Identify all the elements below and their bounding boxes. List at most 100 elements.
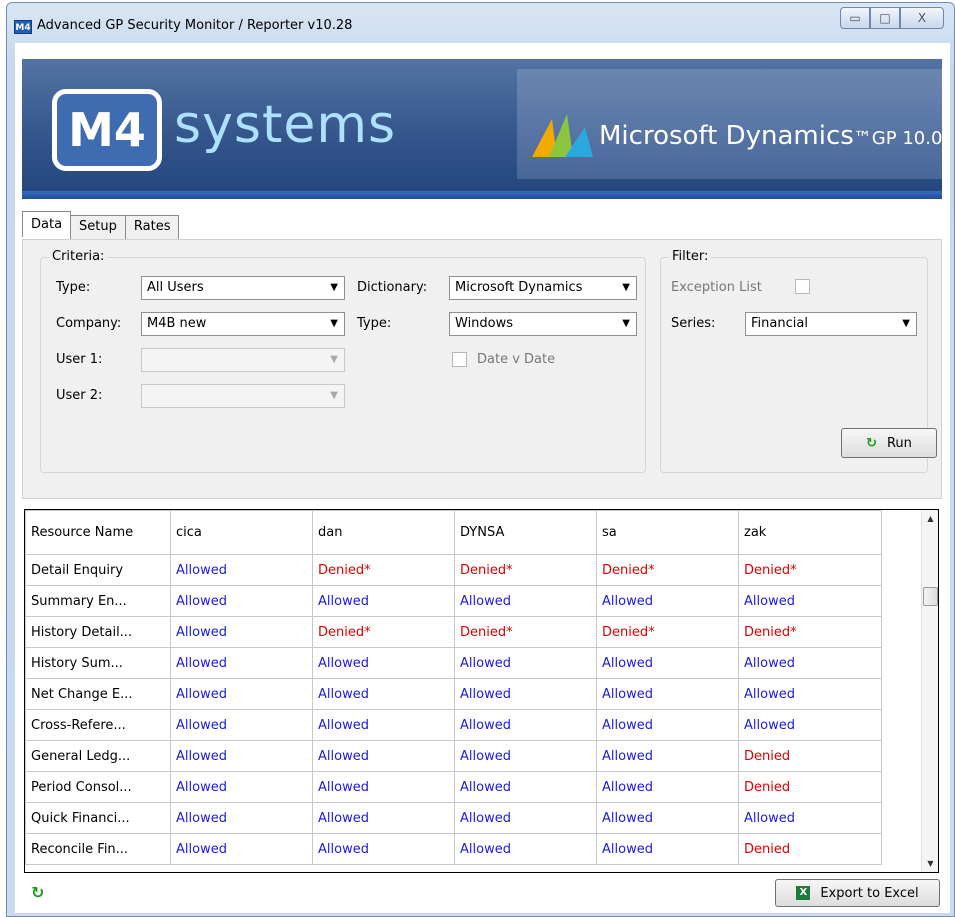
permission-cell[interactable]: Allowed	[170, 740, 313, 772]
permission-cell[interactable]: Allowed	[596, 678, 739, 710]
column-header-cica[interactable]: cica	[170, 510, 313, 555]
resource-name-cell[interactable]: Period Consol...	[25, 771, 171, 803]
permission-cell[interactable]: Allowed	[312, 740, 455, 772]
date-v-date-checkbox[interactable]	[452, 352, 467, 367]
dictionary-combo[interactable]: Microsoft Dynamics ▼	[449, 276, 637, 300]
permission-cell[interactable]: Denied*	[738, 554, 882, 586]
permission-cell[interactable]: Allowed	[596, 647, 739, 679]
table-row[interactable]: History Sum... Allowed Allowed Allowed Allow…	[25, 647, 882, 679]
column-header-resource-name[interactable]: Resource Name	[25, 510, 171, 555]
permission-cell[interactable]: Denied*	[738, 616, 882, 648]
export-to-excel-button[interactable]: X Export to Excel	[775, 879, 940, 907]
table-row[interactable]: History Detail... Allowed Denied* Denied* De…	[25, 616, 882, 648]
table-row[interactable]: Net Change E... Allowed Allowed Allowed Allo…	[25, 678, 882, 710]
permission-cell[interactable]: Allowed	[738, 585, 882, 617]
table-row[interactable]: Reconcile Fin... Allowed Allowed Allowed All…	[25, 833, 882, 865]
table-row[interactable]: Quick Financi... Allowed Allowed Allowed All…	[25, 802, 882, 834]
scroll-up-icon[interactable]: ▲	[922, 510, 938, 527]
maximize-button[interactable]: □	[870, 7, 900, 29]
table-row[interactable]: Detail Enquiry Allowed Denied* Denied* Denie…	[25, 554, 882, 586]
permission-cell[interactable]: Denied	[738, 833, 882, 865]
resource-name-cell[interactable]: History Sum...	[25, 647, 171, 679]
permission-cell[interactable]: Allowed	[170, 771, 313, 803]
exception-list-checkbox[interactable]	[795, 279, 810, 294]
permission-cell[interactable]: Denied*	[596, 554, 739, 586]
permission-cell[interactable]: Allowed	[454, 678, 597, 710]
column-header-dan[interactable]: dan	[312, 510, 455, 555]
resource-name-cell[interactable]: Detail Enquiry	[25, 554, 171, 586]
permission-cell[interactable]: Allowed	[454, 647, 597, 679]
table-row[interactable]: Period Consol... Allowed Allowed Allowed All…	[25, 771, 882, 803]
permission-cell[interactable]: Denied	[738, 740, 882, 772]
close-button[interactable]: X	[900, 7, 944, 29]
resource-name-cell[interactable]: Quick Financi...	[25, 802, 171, 834]
permission-cell[interactable]: Allowed	[454, 585, 597, 617]
permission-cell[interactable]: Allowed	[454, 833, 597, 865]
permission-cell[interactable]: Allowed	[454, 709, 597, 741]
tab-data[interactable]: Data	[22, 211, 72, 237]
permission-cell[interactable]: Allowed	[454, 802, 597, 834]
table-row[interactable]: Cross-Refere... Allowed Allowed Allowed Allo…	[25, 709, 882, 741]
resource-name-cell[interactable]: Net Change E...	[25, 678, 171, 710]
permission-cell[interactable]: Allowed	[454, 740, 597, 772]
permission-cell[interactable]: Allowed	[312, 802, 455, 834]
permission-cell[interactable]: Denied*	[454, 616, 597, 648]
tab-rates[interactable]: Rates	[124, 215, 180, 239]
table-row[interactable]: Summary En... Allowed Allowed Allowed Allowe…	[25, 585, 882, 617]
series-combo[interactable]: Financial ▼	[745, 312, 917, 336]
permission-cell[interactable]: Allowed	[596, 740, 739, 772]
column-header-dynsa[interactable]: DYNSA	[454, 510, 597, 555]
permission-cell[interactable]: Allowed	[312, 585, 455, 617]
permission-cell[interactable]: Allowed	[170, 585, 313, 617]
column-header-zak[interactable]: zak	[738, 510, 882, 555]
user1-combo[interactable]: ▼	[141, 348, 345, 372]
column-header-sa[interactable]: sa	[596, 510, 739, 555]
permission-cell[interactable]: Allowed	[170, 833, 313, 865]
permission-cell[interactable]: Allowed	[738, 802, 882, 834]
permission-cell[interactable]: Allowed	[170, 678, 313, 710]
run-button[interactable]: ↻ Run	[841, 428, 937, 458]
permission-cell[interactable]: Allowed	[170, 554, 313, 586]
vertical-scrollbar[interactable]: ▲ ▼	[921, 510, 938, 872]
permission-cell[interactable]: Allowed	[454, 771, 597, 803]
user2-combo[interactable]: ▼	[141, 384, 345, 408]
permission-cell[interactable]: Allowed	[312, 678, 455, 710]
permission-cell[interactable]: Allowed	[170, 616, 313, 648]
permission-cell[interactable]: Allowed	[596, 585, 739, 617]
permission-cell[interactable]: Allowed	[596, 771, 739, 803]
permission-cell[interactable]: Allowed	[596, 802, 739, 834]
resource-name-cell[interactable]: Cross-Refere...	[25, 709, 171, 741]
tab-setup[interactable]: Setup	[70, 215, 126, 239]
permission-cell[interactable]: Allowed	[738, 709, 882, 741]
permission-cell[interactable]: Allowed	[738, 647, 882, 679]
company-combo[interactable]: M4B new ▼	[141, 312, 345, 336]
permission-cell[interactable]: Allowed	[596, 709, 739, 741]
permission-cell[interactable]: Denied	[738, 771, 882, 803]
permission-cell[interactable]: Allowed	[170, 709, 313, 741]
results-grid[interactable]: Resource Name cica dan DYNSA sa zak Deta…	[24, 509, 939, 873]
resource-name-cell[interactable]: General Ledg...	[25, 740, 171, 772]
refresh-icon[interactable]: ↻	[31, 883, 44, 902]
permission-cell[interactable]: Denied*	[312, 554, 455, 586]
permission-cell[interactable]: Allowed	[596, 833, 739, 865]
permission-cell[interactable]: Denied*	[312, 616, 455, 648]
table-row[interactable]: General Ledg... Allowed Allowed Allowed Allo…	[25, 740, 882, 772]
permission-cell[interactable]: Allowed	[170, 802, 313, 834]
minimize-button[interactable]: ▭	[840, 7, 870, 29]
title-bar[interactable]: M4 Advanced GP Security Monitor / Report…	[7, 3, 954, 43]
resource-name-cell[interactable]: History Detail...	[25, 616, 171, 648]
type-combo[interactable]: All Users ▼	[141, 276, 345, 300]
permission-cell[interactable]: Allowed	[312, 709, 455, 741]
permission-cell[interactable]: Denied*	[596, 616, 739, 648]
resource-name-cell[interactable]: Reconcile Fin...	[25, 833, 171, 865]
resource-name-cell[interactable]: Summary En...	[25, 585, 171, 617]
permission-cell[interactable]: Allowed	[312, 771, 455, 803]
scroll-down-icon[interactable]: ▼	[922, 855, 938, 872]
permission-cell[interactable]: Allowed	[170, 647, 313, 679]
type2-combo[interactable]: Windows ▼	[449, 312, 637, 336]
permission-cell[interactable]: Allowed	[312, 833, 455, 865]
permission-cell[interactable]: Denied*	[454, 554, 597, 586]
permission-cell[interactable]: Allowed	[738, 678, 882, 710]
permission-cell[interactable]: Allowed	[312, 647, 455, 679]
scrollbar-thumb[interactable]	[923, 587, 938, 606]
